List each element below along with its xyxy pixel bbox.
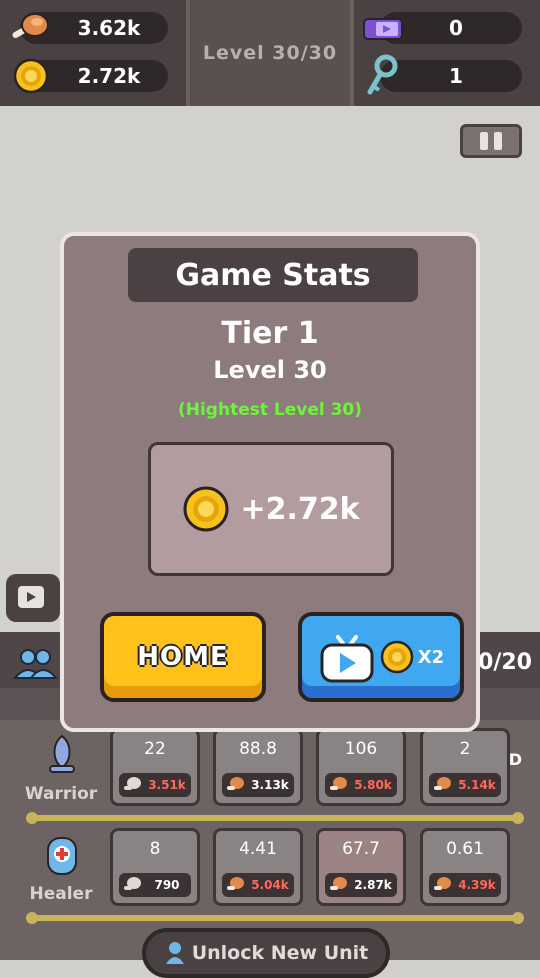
highest-level-label: (Hightest Level 30) (177, 400, 363, 420)
warrior-progress-track (26, 812, 524, 824)
meat-icon (330, 777, 347, 790)
key-value: 1 (449, 64, 463, 88)
warrior-stat-card[interactable]: 106 5.80k (316, 728, 406, 806)
meat-icon (227, 877, 244, 890)
upgrade-cost: 3.13k (222, 773, 294, 797)
pause-button[interactable] (460, 124, 522, 158)
cost-value: 5.04k (251, 878, 289, 892)
ticket-icon (363, 18, 403, 40)
watch-ad-double-button[interactable]: X2 (298, 612, 464, 702)
cost-value: 3.13k (251, 778, 289, 792)
upgrade-cost: 5.80k (325, 773, 397, 797)
reward-value: +2.72k (240, 491, 360, 527)
warrior-icon (49, 734, 75, 773)
track-dot (26, 812, 38, 824)
stat-value: 0.61 (446, 839, 484, 859)
unit-count: 0/20 (478, 650, 532, 675)
healer-stat-card[interactable]: 0.61 4.39k (420, 828, 510, 906)
healer-label: Healer (29, 884, 93, 904)
stat-value: 67.7 (342, 839, 380, 859)
hud-divider (350, 0, 354, 106)
pause-icon (480, 132, 488, 150)
stat-value: 88.8 (239, 739, 277, 759)
unlock-icon (165, 942, 184, 964)
dialog-title: Game Stats (128, 248, 418, 302)
track-dot (26, 912, 38, 924)
stat-value: 8 (149, 839, 161, 859)
healer-icon (47, 837, 77, 875)
team-icon (12, 649, 59, 679)
meat-icon (124, 777, 141, 790)
warrior-stat-card[interactable]: 22 3.51k (110, 728, 200, 806)
cost-value: 5.80k (354, 778, 392, 792)
level-label: Level 30 (213, 356, 327, 384)
meat-value: 3.62k (77, 16, 141, 40)
warrior-stat-card[interactable]: 2 5.14k (420, 728, 510, 806)
meat-icon (124, 877, 141, 890)
coin-icon (13, 58, 49, 94)
stat-value: 2 (459, 739, 471, 759)
stat-value: 106 (344, 739, 378, 759)
meat-icon (330, 877, 347, 890)
multiplier-label: X2 (417, 646, 445, 668)
coin-icon (380, 640, 414, 674)
game-stats-dialog: Game Stats Tier 1 Level 30 (Hightest Lev… (60, 232, 480, 732)
warrior-stat-card[interactable]: 88.8 3.13k (213, 728, 303, 806)
upgrade-cost: 3.51k (119, 773, 191, 797)
pause-icon-bar (494, 132, 502, 150)
home-button[interactable]: HOME (100, 612, 266, 702)
meat-icon (227, 777, 244, 790)
cost-value: 3.51k (148, 778, 186, 792)
tv-icon (18, 586, 44, 608)
meat-icon (434, 777, 451, 790)
healer-progress-track (26, 912, 524, 924)
key-counter: 1 (380, 60, 522, 92)
unlock-unit-button[interactable]: Unlock New Unit (142, 928, 390, 978)
level-text: Level 30/30 (202, 42, 338, 64)
key-icon (367, 54, 398, 95)
tv-icon (320, 635, 374, 683)
upgrade-cost: 2.87k (325, 873, 397, 897)
stat-value: 4.41 (239, 839, 277, 859)
coin-icon (183, 486, 229, 532)
cost-value: 5.14k (458, 778, 496, 792)
reward-box: +2.72k (148, 442, 394, 576)
tier-label: Tier 1 (221, 316, 319, 351)
cost-value: 4.39k (458, 878, 496, 892)
dialog-title-text: Game Stats (175, 257, 371, 293)
unlock-label: Unlock New Unit (191, 942, 369, 964)
upgrade-cost: 4.39k (429, 873, 501, 897)
warrior-label: Warrior (24, 784, 98, 804)
level-indicator: Level 30/30 (190, 0, 350, 106)
ad-side-button[interactable] (6, 574, 60, 622)
coin-value: 2.72k (77, 64, 141, 88)
cost-value: 790 (154, 878, 180, 892)
home-label: HOME (137, 642, 229, 672)
track-dot (512, 812, 524, 824)
cost-value: 2.87k (354, 878, 392, 892)
meat-icon (12, 13, 49, 38)
meat-icon (434, 877, 451, 890)
healer-stat-card[interactable]: 67.7 2.87k (316, 828, 406, 906)
healer-stat-card[interactable]: 8 790 (110, 828, 200, 906)
ticket-value: 0 (449, 16, 463, 40)
upgrade-cost: 5.04k (222, 873, 294, 897)
healer-stat-card[interactable]: 4.41 5.04k (213, 828, 303, 906)
stat-value: 22 (144, 739, 166, 759)
track-dot (512, 912, 524, 924)
upgrade-cost: 790 (119, 873, 191, 897)
upgrade-cost: 5.14k (429, 773, 501, 797)
top-hud: 3.62k 2.72k Level 30/30 0 1 (0, 0, 540, 106)
